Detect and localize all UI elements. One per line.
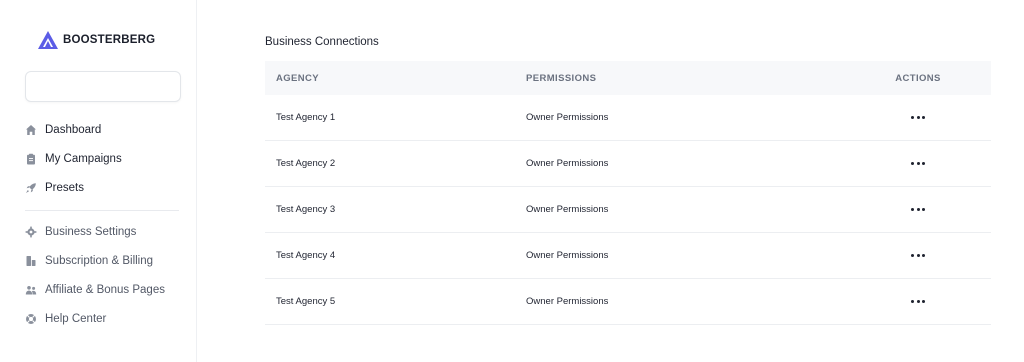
clipboard-icon (25, 153, 37, 165)
more-horizontal-icon[interactable] (911, 204, 925, 216)
table-row[interactable]: Test Agency 1 Owner Permissions (265, 95, 991, 141)
more-horizontal-icon[interactable] (911, 250, 925, 262)
primary-nav: Dashboard My Campaigns Presets (25, 115, 185, 202)
actions-cell (845, 111, 991, 124)
gear-icon (25, 226, 37, 238)
table-header: AGENCY PERMISSIONS ACTIONS (265, 61, 991, 95)
actions-cell (845, 249, 991, 262)
agency-cell: Test Agency 1 (276, 112, 336, 123)
sidebar-item-affiliate-bonus-pages[interactable]: Affiliate & Bonus Pages (25, 275, 185, 304)
sidebar-item-label: Subscription & Billing (45, 254, 154, 267)
brand-name: BOOSTERBERG (63, 34, 156, 46)
sidebar-item-label: Affiliate & Bonus Pages (45, 283, 165, 296)
permissions-cell: Owner Permissions (526, 204, 609, 215)
sidebar-item-label: Business Settings (45, 225, 137, 238)
table-row[interactable]: Test Agency 2 Owner Permissions (265, 141, 991, 187)
agency-cell: Test Agency 3 (276, 204, 336, 215)
users-icon (25, 284, 37, 296)
permissions-cell: Owner Permissions (526, 296, 609, 307)
page-title: Business Connections (265, 36, 379, 48)
permissions-cell: Owner Permissions (526, 158, 609, 169)
permissions-cell: Owner Permissions (526, 112, 609, 123)
column-header-actions: ACTIONS (895, 72, 941, 84)
sidebar: BOOSTERBERG Dashboard My Campaigns Prese… (0, 0, 197, 362)
boosterberg-logo-icon (37, 30, 59, 50)
home-icon (25, 124, 37, 136)
actions-cell (845, 203, 991, 216)
actions-cell (845, 295, 991, 308)
sidebar-item-subscription-billing[interactable]: Subscription & Billing (25, 246, 185, 275)
sidebar-item-label: My Campaigns (45, 152, 122, 165)
sidebar-item-my-campaigns[interactable]: My Campaigns (25, 144, 185, 173)
secondary-nav: Business Settings Subscription & Billing… (25, 217, 185, 333)
column-header-agency[interactable]: AGENCY (265, 73, 515, 84)
sidebar-item-dashboard[interactable]: Dashboard (25, 115, 185, 144)
table-row[interactable]: Test Agency 4 Owner Permissions (265, 233, 991, 279)
agency-cell: Test Agency 5 (276, 296, 336, 307)
workspace-selector[interactable] (25, 71, 181, 102)
sidebar-item-label: Dashboard (45, 123, 102, 136)
sidebar-item-label: Presets (45, 181, 84, 194)
brand[interactable]: BOOSTERBERG (37, 30, 155, 50)
column-header-permissions[interactable]: PERMISSIONS (515, 73, 845, 84)
permissions-cell: Owner Permissions (526, 250, 609, 261)
sidebar-item-help-center[interactable]: Help Center (25, 304, 185, 333)
agency-cell: Test Agency 2 (276, 158, 336, 169)
agency-cell: Test Agency 4 (276, 250, 336, 261)
rocket-icon (25, 182, 37, 194)
more-horizontal-icon[interactable] (911, 158, 925, 170)
table-row[interactable]: Test Agency 3 Owner Permissions (265, 187, 991, 233)
nav-divider (25, 210, 179, 211)
lifebuoy-icon (25, 313, 37, 325)
table-row[interactable]: Test Agency 5 Owner Permissions (265, 279, 991, 325)
billing-icon (25, 255, 37, 267)
sidebar-item-business-settings[interactable]: Business Settings (25, 217, 185, 246)
actions-cell (845, 157, 991, 170)
sidebar-item-presets[interactable]: Presets (25, 173, 185, 202)
more-horizontal-icon[interactable] (911, 296, 925, 308)
more-horizontal-icon[interactable] (911, 112, 925, 124)
business-connections-table: AGENCY PERMISSIONS ACTIONS Test Agency 1… (265, 61, 991, 325)
sidebar-item-label: Help Center (45, 312, 107, 325)
